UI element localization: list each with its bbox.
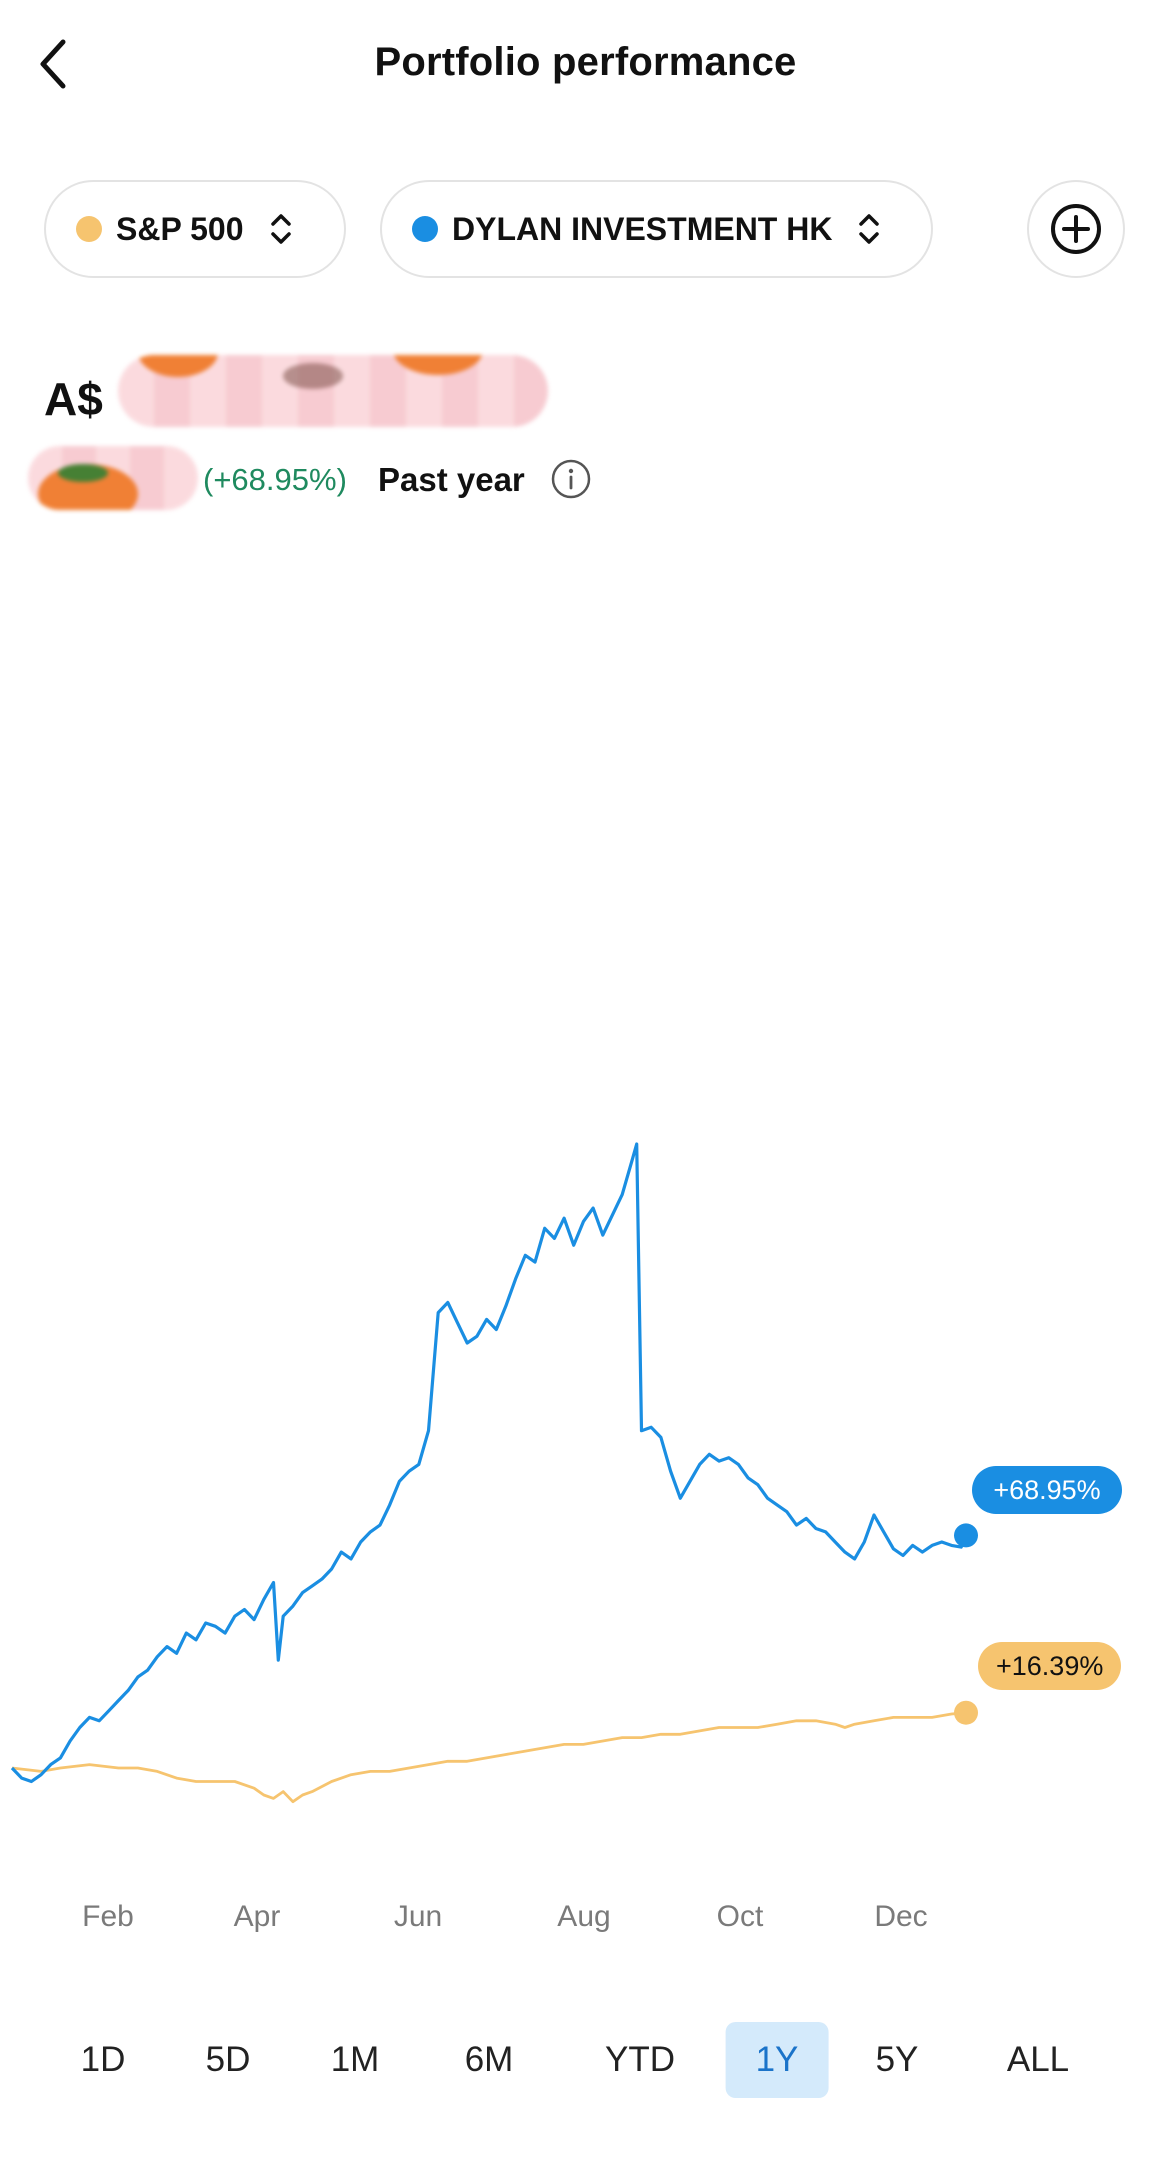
x-axis-labels: Feb Apr Jun Aug Oct Dec	[0, 1900, 1171, 1940]
portfolio-selector-dylan[interactable]: DYLAN INVESTMENT HK	[380, 180, 933, 278]
sp500-color-dot	[76, 216, 102, 242]
header: Portfolio performance	[0, 0, 1171, 130]
x-tick-label: Apr	[233, 1900, 281, 1933]
portfolio-return-badge: +68.95%	[972, 1466, 1122, 1514]
range-tab-1d[interactable]: 1D	[51, 2022, 156, 2098]
x-tick-label: Oct	[716, 1900, 764, 1933]
info-icon[interactable]	[550, 458, 592, 500]
add-comparison-button[interactable]	[1027, 180, 1125, 278]
range-tab-ytd[interactable]: YTD	[575, 2022, 705, 2098]
portfolio-line	[10, 1142, 968, 1784]
sort-updown-icon	[270, 212, 292, 246]
range-tab-5d[interactable]: 5D	[176, 2022, 281, 2098]
portfolio-label: DYLAN INVESTMENT HK	[452, 210, 833, 247]
redacted-balance-sticker	[118, 355, 548, 427]
benchmark-selector-sp500[interactable]: S&P 500	[44, 180, 346, 278]
redacted-change-sticker	[28, 446, 198, 510]
range-tab-all[interactable]: ALL	[977, 2022, 1099, 2098]
portfolio-color-dot	[412, 216, 438, 242]
page-title: Portfolio performance	[374, 40, 797, 84]
range-tab-6m[interactable]: 6M	[435, 2022, 544, 2098]
currency-symbol: A$	[44, 373, 103, 425]
sp500-end-marker	[954, 1700, 978, 1725]
time-range-selector: 1D 5D 1M 6M YTD 1Y 5Y ALL	[0, 2022, 1171, 2098]
period-label: Past year	[378, 461, 525, 498]
x-tick-label: Dec	[874, 1900, 928, 1933]
range-tab-1m[interactable]: 1M	[301, 2022, 410, 2098]
sort-updown-icon	[858, 212, 880, 246]
portfolio-performance-screen: Portfolio performance S&P 500 DYLAN INVE…	[0, 0, 1171, 2176]
x-tick-label: Feb	[82, 1900, 134, 1933]
range-tab-1y[interactable]: 1Y	[725, 2022, 829, 2098]
portfolio-end-marker	[954, 1523, 978, 1548]
add-circle-icon	[1051, 204, 1101, 254]
change-percent: (+68.95%)	[203, 462, 347, 497]
x-tick-label: Jun	[393, 1900, 443, 1933]
sp500-line	[11, 1711, 967, 1804]
benchmark-return-badge: +16.39%	[978, 1642, 1122, 1690]
benchmark-label: S&P 500	[116, 210, 244, 247]
range-tab-5y[interactable]: 5Y	[846, 2022, 949, 2098]
x-tick-label: Aug	[557, 1900, 611, 1933]
